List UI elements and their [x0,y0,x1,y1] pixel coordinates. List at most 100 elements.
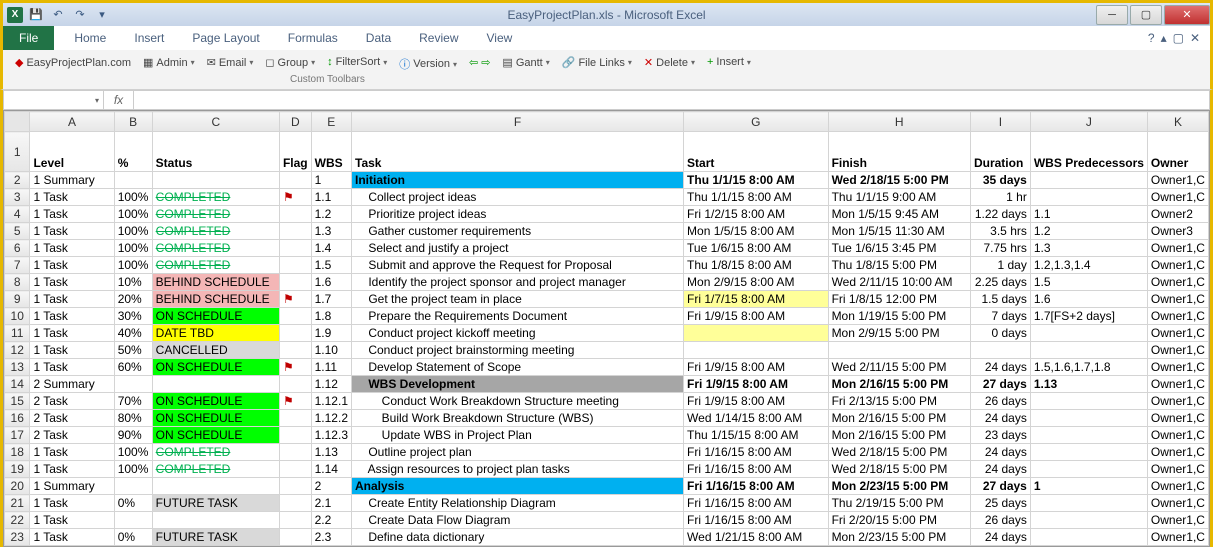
cell[interactable]: 2.2 [311,512,351,529]
cell[interactable]: Owner1,C [1147,478,1208,495]
cell[interactable]: ⚑ [279,189,311,206]
cell[interactable]: 24 days [970,529,1030,546]
cell[interactable]: ⚑ [279,393,311,410]
addin-admin-button[interactable]: ▦Admin▾ [137,54,201,71]
addin-gantt-button[interactable]: ▤Gantt▾ [496,54,555,71]
cell[interactable]: Tue 1/6/15 8:00 AM [684,240,829,257]
cell[interactable]: Mon 2/16/15 5:00 PM [828,410,970,427]
cell[interactable]: ON SCHEDULE [152,393,279,410]
cell[interactable]: 1.14 [311,461,351,478]
cell[interactable]: ON SCHEDULE [152,410,279,427]
row-header[interactable]: 20 [5,478,30,495]
cell[interactable]: Identify the project sponsor and project… [352,274,684,291]
cell[interactable]: 1 Task [30,461,114,478]
cell[interactable]: 1.12 [311,376,351,393]
cell[interactable]: Owner1,C [1147,495,1208,512]
cell[interactable]: Assign resources to project plan tasks [352,461,684,478]
cell[interactable] [279,495,311,512]
cell[interactable]: 20% [114,291,152,308]
cell[interactable] [279,410,311,427]
cell[interactable]: Wed 2/18/15 5:00 PM [828,172,970,189]
header-cell-B[interactable]: % [114,132,152,172]
cell[interactable]: 1.3 [1030,240,1147,257]
cell[interactable]: 24 days [970,410,1030,427]
select-all-corner[interactable] [5,112,30,132]
cell[interactable]: Wed 2/18/15 5:00 PM [828,461,970,478]
cell[interactable] [1030,444,1147,461]
ribbon-minimize-icon[interactable]: ▴ [1161,31,1167,45]
excel-icon[interactable]: X [7,7,23,23]
row-header[interactable]: 16 [5,410,30,427]
cell[interactable]: 1.12.2 [311,410,351,427]
cell[interactable]: 40% [114,325,152,342]
cell[interactable]: Fri 1/16/15 8:00 AM [684,495,829,512]
addin-group-button[interactable]: ◻Group▾ [259,54,321,71]
cell[interactable]: 1 Task [30,495,114,512]
cell[interactable]: 1.10 [311,342,351,359]
column-header-D[interactable]: D [279,112,311,132]
column-header-J[interactable]: J [1030,112,1147,132]
cell[interactable]: Owner1,C [1147,461,1208,478]
row-header[interactable]: 21 [5,495,30,512]
cell[interactable] [279,206,311,223]
cell[interactable]: 2.3 [311,529,351,546]
cell[interactable]: 1.5 [1030,274,1147,291]
cell[interactable]: 0% [114,529,152,546]
cell[interactable]: Mon 2/23/15 5:00 PM [828,478,970,495]
cell[interactable]: Wed 2/11/15 10:00 AM [828,274,970,291]
cell[interactable]: Fri 1/16/15 8:00 AM [684,461,829,478]
cell[interactable] [279,172,311,189]
cell[interactable] [279,240,311,257]
cell[interactable]: Wed 1/21/15 8:00 AM [684,529,829,546]
cell[interactable] [1030,410,1147,427]
cell[interactable]: Owner1,C [1147,359,1208,376]
cell[interactable]: 1 Task [30,308,114,325]
cell[interactable] [114,376,152,393]
cell[interactable]: 27 days [970,478,1030,495]
row-header[interactable]: 2 [5,172,30,189]
row-header[interactable]: 18 [5,444,30,461]
cell[interactable]: 1.1 [311,189,351,206]
cell[interactable]: Mon 2/9/15 8:00 AM [684,274,829,291]
cell[interactable]: Owner1,C [1147,189,1208,206]
cell[interactable]: 24 days [970,359,1030,376]
cell[interactable]: Update WBS in Project Plan [352,427,684,444]
cell[interactable]: 1 day [970,257,1030,274]
cell[interactable]: 1.5 [311,257,351,274]
cell[interactable]: COMPLETED [152,444,279,461]
row-header[interactable]: 8 [5,274,30,291]
cell[interactable]: 1 Task [30,257,114,274]
cell[interactable]: 0% [114,495,152,512]
cell[interactable] [279,427,311,444]
maximize-button[interactable]: ▢ [1130,5,1162,25]
header-cell-D[interactable]: Flag [279,132,311,172]
column-header-I[interactable]: I [970,112,1030,132]
cell[interactable]: 1.5,1.6,1.7,1.8 [1030,359,1147,376]
cell[interactable]: 1.6 [1030,291,1147,308]
cell[interactable]: Owner1,C [1147,308,1208,325]
tab-insert[interactable]: Insert [120,26,178,50]
cell[interactable]: Select and justify a project [352,240,684,257]
cell[interactable]: Initiation [352,172,684,189]
cell[interactable]: 23 days [970,427,1030,444]
cell[interactable]: 2 Summary [30,376,114,393]
cell[interactable]: 2 Task [30,427,114,444]
cell[interactable]: Fri 1/9/15 8:00 AM [684,359,829,376]
cell[interactable]: Owner1,C [1147,274,1208,291]
cell[interactable]: 2 Task [30,410,114,427]
cell[interactable]: Outline project plan [352,444,684,461]
cell[interactable]: Mon 1/19/15 5:00 PM [828,308,970,325]
cell[interactable]: Owner1,C [1147,325,1208,342]
cell[interactable]: Conduct project kickoff meeting [352,325,684,342]
cell[interactable] [152,478,279,495]
column-header-K[interactable]: K [1147,112,1208,132]
cell[interactable]: Thu 1/8/15 8:00 AM [684,257,829,274]
cell[interactable]: Mon 2/23/15 5:00 PM [828,529,970,546]
redo-icon[interactable]: ↷ [71,6,89,24]
row-header[interactable]: 5 [5,223,30,240]
cell[interactable] [1030,172,1147,189]
cell[interactable]: Conduct project brainstorming meeting [352,342,684,359]
cell[interactable]: Owner1,C [1147,240,1208,257]
header-cell-E[interactable]: WBS [311,132,351,172]
cell[interactable]: 1 Task [30,240,114,257]
